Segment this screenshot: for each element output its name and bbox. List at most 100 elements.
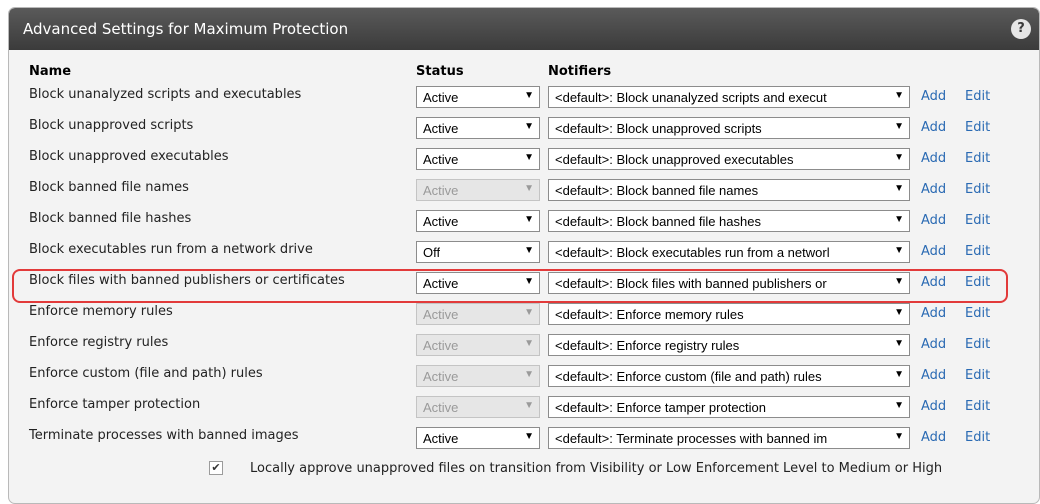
notifier-select[interactable]: <default>: Terminate processes with bann… bbox=[548, 427, 910, 449]
status-value: Active bbox=[423, 338, 459, 353]
table-row: Enforce tamper protection Active ▼ <default… bbox=[9, 392, 1039, 423]
notifier-select[interactable]: <default>: Enforce custom (file and path… bbox=[548, 365, 910, 387]
status-value: Active bbox=[423, 152, 459, 167]
dropdown-arrow-icon: ▼ bbox=[894, 431, 904, 442]
status-value: Active bbox=[423, 121, 459, 136]
notifier-select[interactable]: <default>: Block banned file names ▼ bbox=[548, 179, 910, 201]
notifier-select[interactable]: <default>: Block unapproved executables ▼ bbox=[548, 148, 910, 170]
edit-link[interactable]: Edit bbox=[965, 213, 990, 228]
dropdown-arrow-icon: ▼ bbox=[894, 90, 904, 101]
dropdown-arrow-icon: ▼ bbox=[524, 400, 534, 411]
dropdown-arrow-icon: ▼ bbox=[524, 307, 534, 318]
edit-link[interactable]: Edit bbox=[965, 89, 990, 104]
dropdown-arrow-icon: ▼ bbox=[524, 121, 534, 132]
table-row: Block banned file names Active ▼ <default>:… bbox=[9, 175, 1039, 206]
table-row: Enforce custom (file and path) rules Acti… bbox=[9, 361, 1039, 392]
notifier-select[interactable]: <default>: Block unapproved scripts ▼ bbox=[548, 117, 910, 139]
table-row: Block executables run from a network dri… bbox=[9, 237, 1039, 268]
notifier-value: <default>: Enforce tamper protection bbox=[555, 400, 767, 415]
status-select[interactable]: Active ▼ bbox=[416, 117, 540, 139]
status-select[interactable]: Active ▼ bbox=[416, 210, 540, 232]
dropdown-arrow-icon: ▼ bbox=[894, 245, 904, 256]
edit-link[interactable]: Edit bbox=[965, 120, 990, 135]
status-select[interactable]: Off ▼ bbox=[416, 241, 540, 263]
dropdown-arrow-icon: ▼ bbox=[524, 90, 534, 101]
add-link[interactable]: Add bbox=[921, 368, 946, 383]
setting-name: Block unapproved scripts bbox=[29, 118, 194, 133]
status-value: Active bbox=[423, 431, 459, 446]
add-link[interactable]: Add bbox=[921, 89, 946, 104]
table-row: Enforce registry rules Active ▼ <default>: … bbox=[9, 330, 1039, 361]
panel-header: Advanced Settings for Maximum Protection… bbox=[9, 8, 1039, 50]
edit-link[interactable]: Edit bbox=[965, 430, 990, 445]
panel-title: Advanced Settings for Maximum Protection bbox=[23, 20, 349, 38]
dropdown-arrow-icon: ▼ bbox=[894, 400, 904, 411]
add-link[interactable]: Add bbox=[921, 244, 946, 259]
status-value: Active bbox=[423, 183, 459, 198]
column-header-status: Status bbox=[416, 64, 464, 79]
table-row: Block unapproved executables Active ▼ <defa… bbox=[9, 144, 1039, 175]
notifier-value: <default>: Block banned file hashes bbox=[555, 214, 761, 229]
add-link[interactable]: Add bbox=[921, 306, 946, 321]
status-value: Active bbox=[423, 214, 459, 229]
dropdown-arrow-icon: ▼ bbox=[894, 307, 904, 318]
dropdown-arrow-icon: ▼ bbox=[524, 245, 534, 256]
edit-link[interactable]: Edit bbox=[965, 337, 990, 352]
add-link[interactable]: Add bbox=[921, 213, 946, 228]
add-link[interactable]: Add bbox=[921, 430, 946, 445]
table-row: Block unapproved scripts Active ▼ <default>… bbox=[9, 113, 1039, 144]
edit-link[interactable]: Edit bbox=[965, 182, 990, 197]
setting-name: Block executables run from a network dri… bbox=[29, 242, 313, 257]
edit-link[interactable]: Edit bbox=[965, 368, 990, 383]
table-row: Block banned file hashes Active ▼ <default>… bbox=[9, 206, 1039, 237]
status-select: Active ▼ bbox=[416, 179, 540, 201]
notifier-select[interactable]: <default>: Enforce registry rules ▼ bbox=[548, 334, 910, 356]
add-link[interactable]: Add bbox=[921, 120, 946, 135]
locally-approve-checkbox[interactable]: ✔ bbox=[209, 461, 223, 475]
setting-name: Terminate processes with banned images bbox=[29, 428, 299, 443]
help-icon[interactable]: ? bbox=[1011, 19, 1031, 39]
setting-name: Enforce memory rules bbox=[29, 304, 173, 319]
status-select[interactable]: Active ▼ bbox=[416, 427, 540, 449]
highlight-annotation bbox=[12, 269, 1008, 303]
setting-name: Enforce registry rules bbox=[29, 335, 169, 350]
status-select: Active ▼ bbox=[416, 303, 540, 325]
dropdown-arrow-icon: ▼ bbox=[524, 152, 534, 163]
dropdown-arrow-icon: ▼ bbox=[894, 369, 904, 380]
status-value: Off bbox=[423, 245, 441, 260]
add-link[interactable]: Add bbox=[921, 151, 946, 166]
dropdown-arrow-icon: ▼ bbox=[894, 152, 904, 163]
edit-link[interactable]: Edit bbox=[965, 244, 990, 259]
notifier-value: <default>: Block unapproved scripts bbox=[555, 121, 762, 136]
table-row: Terminate processes with banned images Ac… bbox=[9, 423, 1039, 454]
notifier-select[interactable]: <default>: Block banned file hashes ▼ bbox=[548, 210, 910, 232]
add-link[interactable]: Add bbox=[921, 337, 946, 352]
dropdown-arrow-icon: ▼ bbox=[894, 121, 904, 132]
add-link[interactable]: Add bbox=[921, 399, 946, 414]
status-select: Active ▼ bbox=[416, 396, 540, 418]
setting-name: Block unanalyzed scripts and executables bbox=[29, 87, 302, 102]
edit-link[interactable]: Edit bbox=[965, 399, 990, 414]
notifier-value: <default>: Block executables run from a … bbox=[555, 245, 830, 260]
notifier-value: <default>: Block banned file names bbox=[555, 183, 759, 198]
notifier-value: <default>: Enforce registry rules bbox=[555, 338, 740, 353]
notifier-value: <default>: Enforce memory rules bbox=[555, 307, 744, 322]
table-row: Enforce memory rules Active ▼ <default>: En… bbox=[9, 299, 1039, 330]
dropdown-arrow-icon: ▼ bbox=[524, 369, 534, 380]
edit-link[interactable]: Edit bbox=[965, 306, 990, 321]
status-value: Active bbox=[423, 400, 459, 415]
notifier-select[interactable]: <default>: Enforce tamper protection ▼ bbox=[548, 396, 910, 418]
notifier-select[interactable]: <default>: Block executables run from a … bbox=[548, 241, 910, 263]
table-row: Block unanalyzed scripts and executables… bbox=[9, 82, 1039, 113]
status-select[interactable]: Active ▼ bbox=[416, 148, 540, 170]
edit-link[interactable]: Edit bbox=[965, 151, 990, 166]
notifier-value: <default>: Block unanalyzed scripts and … bbox=[555, 90, 827, 105]
setting-name: Block unapproved executables bbox=[29, 149, 229, 164]
status-select: Active ▼ bbox=[416, 365, 540, 387]
status-select: Active ▼ bbox=[416, 334, 540, 356]
add-link[interactable]: Add bbox=[921, 182, 946, 197]
dropdown-arrow-icon: ▼ bbox=[894, 214, 904, 225]
notifier-select[interactable]: <default>: Enforce memory rules ▼ bbox=[548, 303, 910, 325]
notifier-select[interactable]: <default>: Block unanalyzed scripts and … bbox=[548, 86, 910, 108]
status-select[interactable]: Active ▼ bbox=[416, 86, 540, 108]
